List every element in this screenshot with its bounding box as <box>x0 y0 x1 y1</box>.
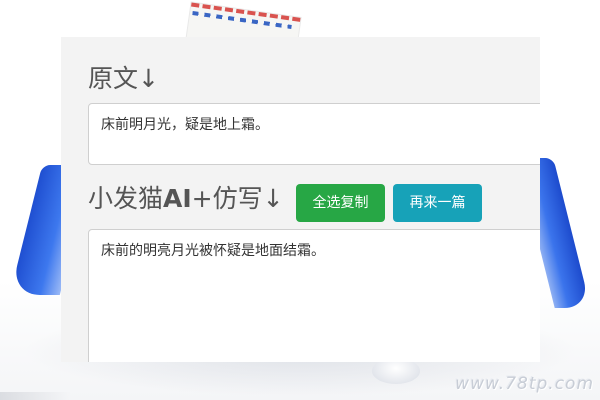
generate-again-button[interactable]: 再来一篇 <box>393 184 482 222</box>
rewrite-heading-ai: AI <box>163 184 192 213</box>
rewrite-result-textarea[interactable]: 床前的明亮月光被怀疑是地面结霜。 <box>88 229 540 362</box>
screenshot-stage: 原文↓ 床前明月光，疑是地上霜。 小发猫AI+仿写↓ 全选复制 再来一篇 床前的… <box>0 0 600 400</box>
rewrite-heading-suffix: +仿写↓ <box>191 184 284 213</box>
original-heading: 原文↓ <box>88 64 159 93</box>
faded-corner-decoration <box>0 392 70 400</box>
site-watermark: www.78tp.com <box>455 374 594 394</box>
rewrite-heading-prefix: 小发猫 <box>88 184 164 213</box>
original-text-input[interactable]: 床前明月光，疑是地上霜。 <box>88 103 540 165</box>
select-all-copy-button[interactable]: 全选复制 <box>296 184 385 222</box>
rewrite-panel: 原文↓ 床前明月光，疑是地上霜。 小发猫AI+仿写↓ 全选复制 再来一篇 床前的… <box>61 37 540 362</box>
rewrite-heading: 小发猫AI+仿写↓ <box>88 184 284 214</box>
